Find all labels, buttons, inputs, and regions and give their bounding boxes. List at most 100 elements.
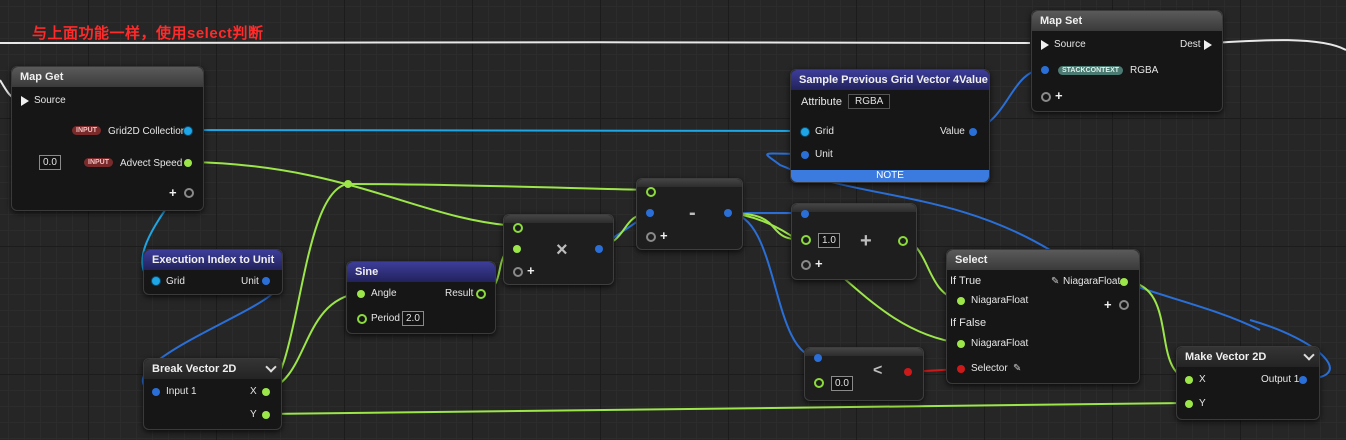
true-value-pin[interactable] bbox=[957, 297, 965, 305]
stackcontext-badge: STACKCONTEXT bbox=[1058, 66, 1124, 75]
rgba-pin[interactable] bbox=[1041, 66, 1049, 74]
select-node[interactable]: Select If True ✎ NiagaraFloat NiagaraFlo… bbox=[946, 249, 1140, 384]
pencil-icon[interactable]: ✎ bbox=[1051, 276, 1059, 287]
unit-pin[interactable] bbox=[801, 151, 809, 159]
add-pin-icon[interactable]: + bbox=[1055, 88, 1063, 103]
x-pin[interactable] bbox=[1185, 376, 1193, 384]
selector-pin[interactable] bbox=[957, 365, 965, 373]
add-pin-icon[interactable]: + bbox=[1104, 297, 1112, 312]
less-than-node[interactable]: 0.0 < bbox=[804, 347, 924, 401]
grid-collection-label: Grid2D Collection bbox=[108, 126, 187, 137]
exec-index-node[interactable]: Execution Index to Unit Grid Unit bbox=[143, 249, 283, 295]
angle-label: Angle bbox=[371, 288, 397, 299]
node-title: Map Get bbox=[12, 67, 203, 87]
value-label: Value bbox=[940, 126, 965, 137]
period-pin[interactable] bbox=[357, 314, 367, 324]
subtract-node[interactable]: + - bbox=[636, 178, 743, 250]
add-input-pin[interactable] bbox=[513, 267, 523, 277]
y-label: Y bbox=[1199, 398, 1206, 409]
false-value-pin[interactable] bbox=[957, 340, 965, 348]
exec-in-pin[interactable] bbox=[1041, 40, 1049, 50]
true-value-label: NiagaraFloat bbox=[971, 295, 1029, 306]
x-pin[interactable] bbox=[262, 388, 270, 396]
result-pin[interactable] bbox=[476, 289, 486, 299]
map-set-node[interactable]: Map Set Source Dest STACKCONTEXT RGBA + bbox=[1031, 10, 1223, 112]
node-title: Break Vector 2D bbox=[144, 359, 281, 379]
rgba-label: RGBA bbox=[1130, 65, 1159, 76]
make-vector-node[interactable]: Make Vector 2D X Output 1 Y bbox=[1176, 346, 1320, 420]
input-badge: INPUT bbox=[72, 126, 101, 135]
add-node[interactable]: 1.0 + + bbox=[791, 203, 917, 280]
chevron-down-icon[interactable] bbox=[265, 361, 277, 373]
note-bar[interactable]: NOTE bbox=[791, 170, 989, 182]
period-value[interactable]: 2.0 bbox=[402, 311, 424, 326]
grid-label: Grid bbox=[166, 276, 185, 287]
grid-collection-pin[interactable] bbox=[184, 127, 192, 135]
source-label: Source bbox=[34, 95, 66, 106]
node-title: Map Set bbox=[1032, 11, 1222, 31]
input-pin[interactable] bbox=[152, 388, 160, 396]
output-pin[interactable] bbox=[898, 236, 908, 246]
less-symbol: < bbox=[873, 362, 883, 379]
node-title: Select bbox=[947, 250, 1139, 270]
map-get-node[interactable]: Map Get Source INPUT Grid2D Collection 0… bbox=[11, 66, 204, 211]
if-false-label: If False bbox=[950, 317, 987, 329]
unit-pin[interactable] bbox=[262, 277, 270, 285]
angle-pin[interactable] bbox=[357, 290, 365, 298]
add-pin-icon[interactable]: + bbox=[815, 256, 823, 271]
chevron-down-icon[interactable] bbox=[1303, 349, 1315, 361]
pencil-icon[interactable]: ✎ bbox=[1013, 363, 1021, 374]
false-value-label: NiagaraFloat bbox=[971, 338, 1029, 349]
output-pin[interactable] bbox=[1120, 278, 1128, 286]
sample-grid-node[interactable]: Sample Previous Grid Vector 4Value Attri… bbox=[790, 69, 990, 183]
advect-speed-label: Advect Speed bbox=[120, 158, 183, 169]
output-label: Output 1 bbox=[1261, 374, 1300, 385]
a-pin[interactable] bbox=[801, 210, 809, 218]
output-pin[interactable] bbox=[1299, 376, 1307, 384]
period-label: Period bbox=[371, 313, 400, 324]
multiply-node[interactable]: + × bbox=[503, 214, 614, 285]
output-pin[interactable] bbox=[724, 209, 732, 217]
a-pin[interactable] bbox=[513, 223, 523, 233]
output-label: NiagaraFloat bbox=[1063, 276, 1121, 287]
add-value[interactable]: 1.0 bbox=[818, 233, 840, 248]
graph-canvas[interactable]: 与上面功能一样，使用select判断 Map Get Source INPUT … bbox=[0, 0, 1346, 440]
add-input-pin[interactable] bbox=[646, 232, 656, 242]
add-pin-icon[interactable]: + bbox=[527, 263, 535, 278]
add-pin-circle[interactable] bbox=[184, 188, 194, 198]
exec-in-pin[interactable] bbox=[21, 96, 29, 106]
add-pin-icon[interactable]: + bbox=[660, 228, 668, 243]
add-pin-circle[interactable] bbox=[1041, 92, 1051, 102]
b-pin[interactable] bbox=[646, 209, 654, 217]
float-wire bbox=[347, 183, 651, 191]
input-badge: INPUT bbox=[84, 158, 113, 167]
add-pin-circle[interactable] bbox=[1119, 300, 1129, 310]
attribute-field[interactable]: RGBA bbox=[848, 94, 891, 109]
add-pin-icon[interactable]: + bbox=[169, 185, 177, 200]
b-pin[interactable] bbox=[513, 245, 521, 253]
less-value[interactable]: 0.0 bbox=[831, 376, 853, 391]
grid-pin[interactable] bbox=[152, 277, 160, 285]
reroute-knot bbox=[344, 180, 352, 188]
break-vector-node[interactable]: Break Vector 2D Input 1 X Y bbox=[143, 358, 282, 430]
y-pin[interactable] bbox=[1185, 400, 1193, 408]
b-pin[interactable] bbox=[814, 378, 824, 388]
grid-wire bbox=[189, 129, 806, 132]
exec-out-pin[interactable] bbox=[1204, 40, 1212, 50]
advect-speed-value[interactable]: 0.0 bbox=[39, 155, 61, 170]
add-input-pin[interactable] bbox=[801, 260, 811, 270]
result-label: Result bbox=[445, 288, 474, 299]
value-pin[interactable] bbox=[969, 128, 977, 136]
a-pin[interactable] bbox=[646, 187, 656, 197]
advect-speed-pin[interactable] bbox=[184, 159, 192, 167]
grid-pin[interactable] bbox=[801, 128, 809, 136]
sine-node[interactable]: Sine Angle Result Period 2.0 bbox=[346, 261, 496, 334]
b-pin[interactable] bbox=[801, 235, 811, 245]
output-pin[interactable] bbox=[595, 245, 603, 253]
unit-label: Unit bbox=[815, 149, 833, 160]
float-wire bbox=[189, 161, 518, 227]
attribute-label: Attribute bbox=[801, 96, 842, 108]
y-pin[interactable] bbox=[262, 411, 270, 419]
output-pin[interactable] bbox=[904, 368, 912, 376]
a-pin[interactable] bbox=[814, 354, 822, 362]
